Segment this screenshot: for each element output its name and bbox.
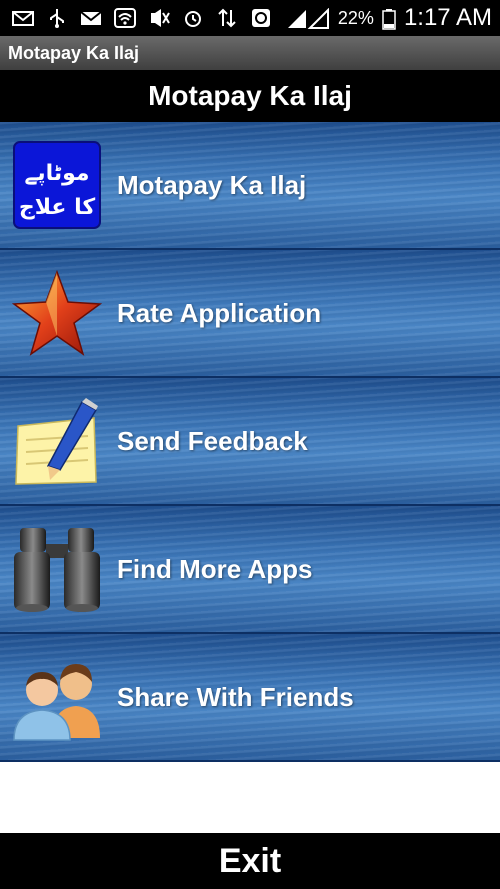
star-icon [11,268,103,358]
nfc-mute-icon [148,8,170,28]
wifi-icon [114,8,136,28]
app-title-bar: Motapay Ka Ilaj [0,36,500,70]
users-icon [12,652,102,742]
clock: 1:17 AM [403,4,492,31]
menu-item-rate[interactable]: Rate Application [0,250,500,378]
usb-icon [46,8,68,28]
mail-icon [12,8,34,28]
notepad-pencil-icon [12,396,102,486]
exit-label: Exit [218,841,282,880]
menu-item-label: Share With Friends [117,681,354,712]
gmail-icon [80,8,102,28]
page-title: Motapay Ka Ilaj [148,80,352,111]
urdu-logo-icon: موٹاپے کا علاج [12,140,102,230]
menu-item-motapay[interactable]: موٹاپے کا علاج Motapay Ka Ilaj [0,122,500,250]
binoculars-icon [12,524,102,614]
signal-icon [286,7,330,29]
data-icon [216,8,238,28]
sync-icon [250,8,272,28]
menu-item-feedback[interactable]: Send Feedback [0,378,500,506]
battery-percent: 22% [337,7,374,28]
alarm-icon [182,8,204,28]
menu-item-label: Send Feedback [117,425,308,456]
menu-item-find-apps[interactable]: Find More Apps [0,506,500,634]
menu-item-label: Motapay Ka Ilaj [117,169,307,200]
menu-item-share[interactable]: Share With Friends [0,634,500,762]
logo-text-line2: کا علاج [19,195,96,220]
battery-icon [382,8,396,30]
menu-item-label: Rate Application [117,297,322,328]
page-header: Motapay Ka Ilaj [0,70,500,122]
menu-list: موٹاپے کا علاج Motapay Ka Ilaj Rate Appl… [0,122,500,762]
logo-text-line1: موٹاپے [24,161,89,186]
menu-item-label: Find More Apps [117,553,313,584]
status-bar: 22% 1:17 AM [0,0,500,36]
exit-button[interactable]: Exit [0,833,500,889]
app-title: Motapay Ka Ilaj [8,42,140,63]
